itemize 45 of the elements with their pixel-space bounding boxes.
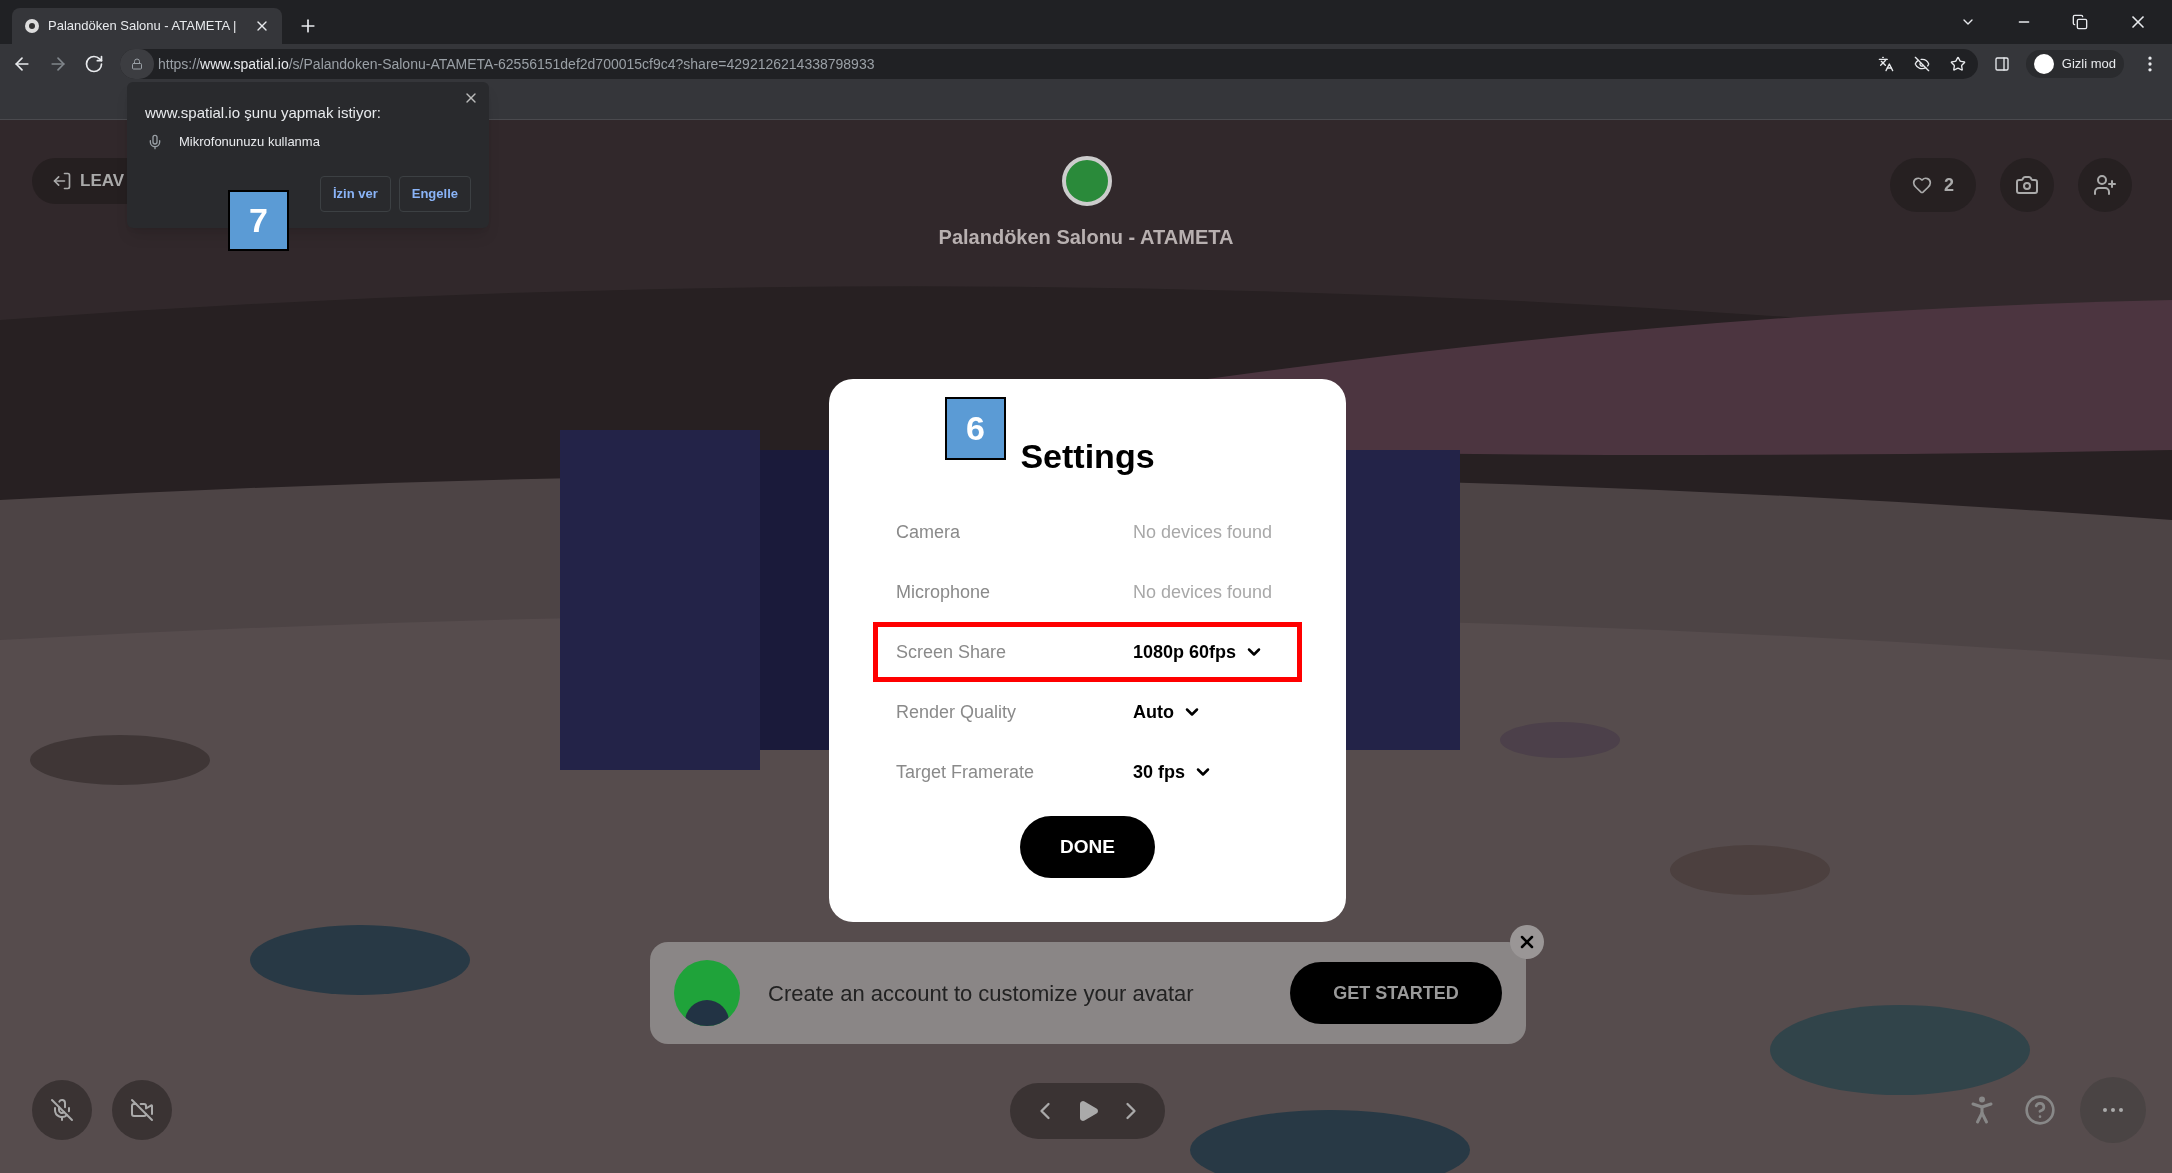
room-title: Palandöken Salonu - ATAMETA (937, 225, 1235, 250)
address-bar[interactable]: https://www.spatial.io/s/Palandoken-Salonu-ATAMETA-62556151def2d700015cf9c4?share=4292126214338798933 (120, 49, 1978, 79)
add-person-icon (2093, 173, 2117, 197)
popup-button[interactable]: İzin ver (319, 176, 391, 212)
bookmark-icon[interactable] (1949, 56, 1966, 72)
exit-icon (52, 171, 72, 191)
setting-label: Render Quality (896, 700, 1018, 724)
setting-label: Screen Share (896, 640, 1008, 664)
browser-tab[interactable]: Palandöken Salonu - ATAMETA | (12, 8, 282, 44)
annotation-badge: 7 (228, 190, 289, 251)
heart-icon (1912, 175, 1932, 195)
setting-dropdown[interactable]: Auto (1133, 698, 1202, 726)
done-button[interactable]: DONE (1020, 816, 1155, 878)
site-icon (24, 18, 40, 34)
translate-icon[interactable] (1877, 56, 1894, 72)
setting-value: No devices found (1133, 520, 1273, 544)
camera-icon (2015, 173, 2039, 197)
url-text: https://www.spatial.io/s/Palandoken-Salonu-ATAMETA-62556151def2d700015cf9c4?share=4292126214338798933 (158, 54, 875, 74)
video-off-icon (130, 1098, 154, 1122)
banner-text: Create an account to customize your avatar (768, 979, 1194, 1008)
annotation-badge: 6 (945, 397, 1006, 460)
reload-icon[interactable] (84, 54, 104, 74)
microphone-icon (147, 133, 163, 150)
microphone-off-icon (50, 1098, 74, 1122)
more-icon (2103, 1108, 2123, 1112)
setting-label: Camera (896, 520, 962, 544)
video-off-button[interactable] (112, 1080, 172, 1140)
side-panel-icon[interactable] (1993, 56, 2010, 72)
dialog-title: Settings (1020, 436, 1155, 477)
setting-dropdown[interactable]: 30 fps (1133, 758, 1214, 786)
setting-label: Target Framerate (896, 760, 1036, 784)
popup-button[interactable]: Engelle (398, 176, 471, 212)
tab-title: Palandöken Salonu - ATAMETA | (48, 17, 237, 36)
mute-button[interactable] (32, 1080, 92, 1140)
get-started-button[interactable]: GET STARTED (1290, 962, 1502, 1024)
like-button[interactable]: 2 (1890, 158, 1976, 212)
setting-dropdown[interactable]: 1080p 60fps (1133, 638, 1265, 666)
popup-title: www.spatial.io şunu yapmak istiyor: (145, 103, 381, 123)
setting-value: No devices found (1133, 580, 1273, 604)
eye-off-icon[interactable] (1913, 56, 1930, 72)
restore-icon[interactable] (2072, 14, 2088, 30)
setting-label: Microphone (896, 580, 992, 604)
permission-request: Mikrofonunuzu kullanma (179, 133, 320, 151)
profile-button[interactable]: Gizli mod (2025, 50, 2124, 78)
lock-icon (131, 58, 143, 70)
